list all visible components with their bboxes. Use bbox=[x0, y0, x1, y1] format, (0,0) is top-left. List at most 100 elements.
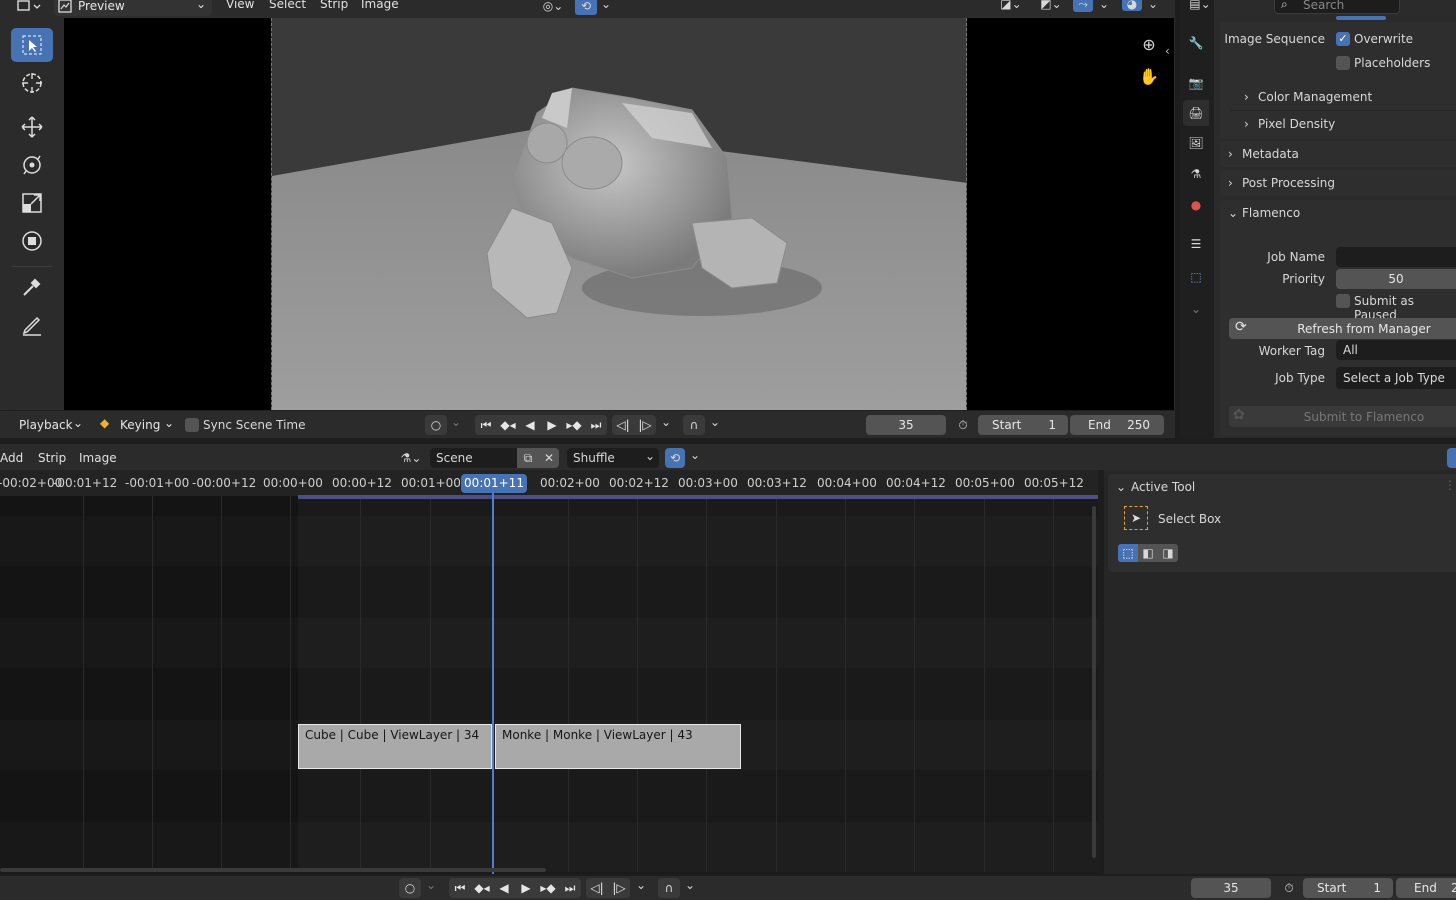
step-back-icon[interactable]: ◁| bbox=[612, 415, 634, 435]
jump-end-icon[interactable]: ⏭ bbox=[559, 878, 581, 898]
chevron-down-icon[interactable]: ⌄ bbox=[1183, 296, 1209, 322]
sample-tool[interactable] bbox=[11, 270, 53, 304]
jump-end-icon[interactable]: ⏭ bbox=[585, 415, 607, 435]
chevron-down-icon[interactable]: ⌄ bbox=[1116, 480, 1126, 494]
current-frame-field[interactable]: 35 bbox=[866, 415, 946, 435]
transform-tool[interactable] bbox=[11, 224, 53, 258]
zoom-icon[interactable]: ⊕ bbox=[1139, 34, 1159, 54]
copy-scene-icon[interactable]: ⧉ bbox=[517, 448, 539, 468]
chevron-down-icon[interactable]: ⌄ bbox=[689, 448, 701, 462]
menu-image[interactable]: Image bbox=[79, 451, 117, 465]
move-tool[interactable] bbox=[11, 110, 53, 144]
step-forward-icon[interactable]: |▷ bbox=[608, 878, 630, 898]
drag-handle-icon[interactable]: ⋮⋮ bbox=[1444, 478, 1456, 492]
jump-start-icon[interactable]: ⏮ bbox=[475, 415, 497, 435]
display-channels-icon[interactable]: ◪⌄ bbox=[996, 0, 1026, 11]
worker-tag-dropdown[interactable]: All bbox=[1336, 340, 1456, 360]
search-input[interactable]: Search bbox=[1303, 0, 1344, 12]
pivot-icon[interactable]: ◎⌄ bbox=[538, 0, 568, 15]
chevron-down-icon[interactable]: ⌄ bbox=[450, 415, 462, 429]
snap-toggle-icon[interactable]: ⟲ bbox=[575, 0, 597, 15]
annotate-tool[interactable] bbox=[11, 308, 53, 342]
playhead-label[interactable]: 00:01+11 bbox=[461, 474, 527, 493]
submit-paused-checkbox[interactable] bbox=[1336, 294, 1350, 308]
placeholders-checkbox[interactable] bbox=[1336, 56, 1350, 70]
post-processing-panel-header[interactable]: › Post Processing bbox=[1220, 170, 1456, 196]
submit-to-flamenco-button[interactable]: ✿ Submit to Flamenco bbox=[1229, 406, 1456, 427]
job-name-input[interactable] bbox=[1336, 247, 1456, 267]
sync-scene-time-checkbox[interactable] bbox=[185, 418, 199, 432]
chevron-down-icon[interactable]: ⌄ bbox=[635, 878, 647, 892]
properties-type-icon[interactable]: ▤⌄ bbox=[1186, 0, 1214, 12]
overlay-icon[interactable]: ◩⌄ bbox=[1036, 0, 1066, 11]
play-reverse-icon[interactable]: ◀ bbox=[493, 878, 515, 898]
record-icon[interactable]: ○ bbox=[399, 878, 421, 898]
mode-set-icon[interactable]: ⬚ bbox=[1118, 544, 1138, 562]
step-back-icon[interactable]: ◁| bbox=[586, 878, 608, 898]
render-tab-icon[interactable]: 📷 bbox=[1183, 70, 1209, 96]
menu-select[interactable]: Select bbox=[269, 0, 306, 11]
horizontal-scrollbar[interactable] bbox=[0, 868, 546, 872]
scene-strip-cube[interactable]: Cube | Cube | ViewLayer | 34 bbox=[298, 724, 492, 769]
pixel-density-subpanel[interactable]: Pixel Density bbox=[1258, 117, 1335, 131]
snap-toggle-icon[interactable]: ⟲ bbox=[665, 448, 685, 468]
playhead-line[interactable] bbox=[492, 490, 494, 874]
start-frame-field[interactable]: Start 1 bbox=[1303, 878, 1393, 898]
mode-extend-icon[interactable]: ◧ bbox=[1138, 544, 1158, 562]
menu-view[interactable]: View bbox=[226, 0, 254, 11]
menu-strip[interactable]: Strip bbox=[38, 451, 66, 465]
gizmo-icon[interactable]: ⤳ bbox=[1073, 0, 1093, 12]
play-icon[interactable]: ▶ bbox=[541, 415, 563, 435]
play-icon[interactable]: ▶ bbox=[515, 878, 537, 898]
cursor-tool[interactable] bbox=[11, 66, 53, 100]
color-management-subpanel[interactable]: Color Management bbox=[1258, 90, 1372, 104]
overlap-mode-dropdown[interactable]: Shuffle ⌄ bbox=[567, 448, 659, 468]
menu-image[interactable]: Image bbox=[361, 0, 399, 11]
collapse-arrow-icon[interactable]: ‹ bbox=[1165, 44, 1170, 58]
active-tool-label[interactable]: Active Tool bbox=[1131, 480, 1195, 494]
end-frame-field[interactable]: End 250 bbox=[1070, 415, 1164, 435]
chevron-down-icon[interactable]: ⌄ bbox=[1098, 0, 1110, 11]
job-type-dropdown[interactable]: Select a Job Type bbox=[1336, 367, 1456, 389]
prev-keyframe-icon[interactable]: ◆◂ bbox=[497, 415, 519, 435]
start-frame-field[interactable]: Start 1 bbox=[978, 415, 1068, 435]
collection-tab-icon[interactable]: ☰ bbox=[1183, 231, 1209, 257]
output-tab-icon[interactable]: 🖨 bbox=[1183, 100, 1209, 126]
rotate-tool[interactable] bbox=[11, 148, 53, 182]
chevron-down-icon[interactable]: ⌄ bbox=[600, 0, 612, 11]
editor-view-dropdown[interactable]: Preview ⌄ bbox=[54, 0, 212, 16]
properties-search[interactable]: ⌕ Search bbox=[1274, 0, 1400, 14]
snap-icon[interactable]: ∩ bbox=[683, 415, 705, 435]
view-layer-tab-icon[interactable]: 🖼 bbox=[1183, 130, 1209, 156]
menu-add[interactable]: Add bbox=[0, 451, 23, 465]
world-tab-icon[interactable]: ● bbox=[1183, 192, 1209, 218]
stopwatch-icon[interactable]: ⏱ bbox=[1278, 878, 1300, 898]
flamenco-panel-header[interactable]: ⌄ Flamenco bbox=[1220, 200, 1456, 226]
chevron-down-icon[interactable]: ⌄ bbox=[425, 878, 437, 892]
select-box-tool[interactable] bbox=[11, 28, 53, 62]
chevron-down-icon[interactable]: ⌄ bbox=[709, 415, 721, 429]
scene-tab-icon[interactable]: ⚗ bbox=[1183, 161, 1209, 187]
stopwatch-icon[interactable]: ⏱ bbox=[952, 415, 974, 435]
scene-type-icon[interactable]: ⚗⌄ bbox=[396, 448, 426, 468]
next-keyframe-icon[interactable]: ▸◆ bbox=[563, 415, 585, 435]
keying-dropdown[interactable]: ◆ Keying ⌄ bbox=[92, 414, 178, 436]
sidebar-toggle[interactable] bbox=[1447, 448, 1456, 468]
chevron-down-icon[interactable]: ⌄ bbox=[660, 415, 672, 429]
end-frame-field[interactable]: End 2 bbox=[1396, 878, 1456, 898]
playback-dropdown[interactable]: Playback ⌄ bbox=[11, 414, 87, 436]
scene-selector[interactable]: Scene bbox=[430, 448, 518, 468]
overlays-toggle-icon[interactable]: ◕ bbox=[1122, 0, 1142, 11]
menu-strip[interactable]: Strip bbox=[320, 0, 348, 11]
jump-start-icon[interactable]: ⏮ bbox=[449, 878, 471, 898]
record-icon[interactable]: ○ bbox=[425, 415, 447, 435]
prev-keyframe-icon[interactable]: ◆◂ bbox=[471, 878, 493, 898]
vertical-scrollbar[interactable] bbox=[1092, 506, 1096, 858]
play-reverse-icon[interactable]: ◀ bbox=[519, 415, 541, 435]
scene-strip-monke[interactable]: Monke | Monke | ViewLayer | 43 bbox=[495, 724, 741, 769]
step-forward-icon[interactable]: |▷ bbox=[634, 415, 656, 435]
scale-tool[interactable] bbox=[11, 186, 53, 220]
strip-tab-icon[interactable]: ⬚ bbox=[1183, 264, 1209, 290]
mode-subtract-icon[interactable]: ◨ bbox=[1158, 544, 1178, 562]
current-frame-field[interactable]: 35 bbox=[1191, 878, 1271, 898]
